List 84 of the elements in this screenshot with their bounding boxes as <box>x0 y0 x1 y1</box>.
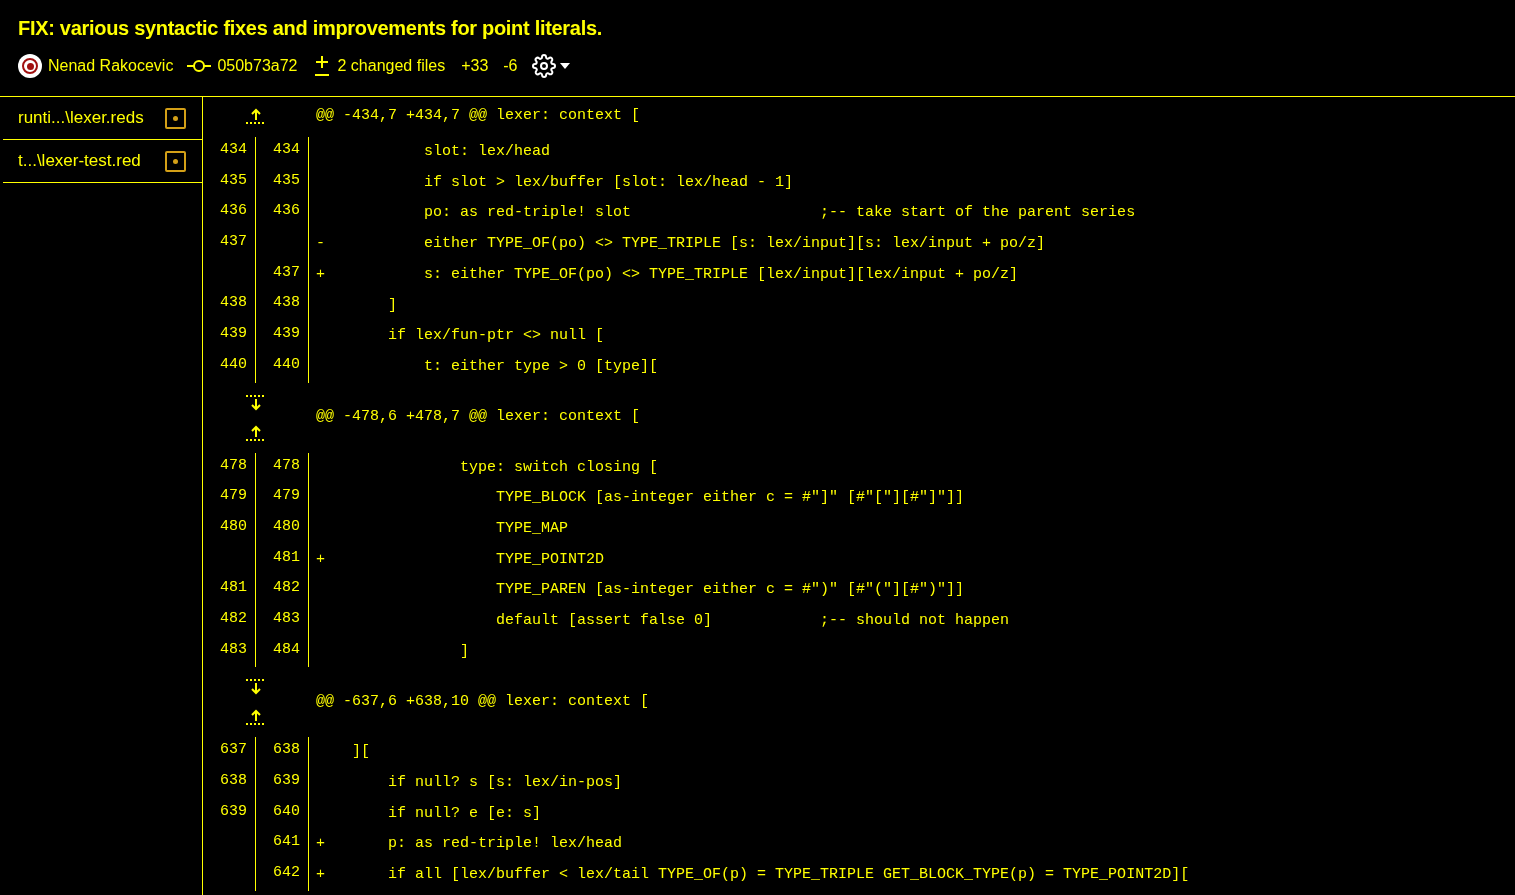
line-number: 438 <box>273 294 300 312</box>
line-number: 439 <box>273 325 300 343</box>
line-number: 434 <box>273 141 300 158</box>
hunk-header: @@ -637,6 +638,10 @@ lexer: context [ <box>315 692 650 713</box>
file-item[interactable]: runti...\lexer.reds <box>3 97 202 140</box>
hunk-header: @@ -434,7 +434,7 @@ lexer: context [ <box>315 105 641 126</box>
code-line: slot: lex/head <box>423 142 551 163</box>
caret-icon <box>559 63 570 69</box>
expand-up-icon[interactable] <box>244 108 267 124</box>
expand-down-icon[interactable] <box>244 679 267 696</box>
expand-down-icon[interactable] <box>244 394 267 411</box>
commit-hash: 050b73a72 <box>217 56 298 76</box>
change-marker: - <box>316 235 325 253</box>
line-number: 638 <box>273 741 300 759</box>
line-number: 642 <box>273 864 300 882</box>
code-line: ][ <box>352 742 370 763</box>
line-number: 641 <box>273 833 300 851</box>
settings-button[interactable] <box>531 54 570 78</box>
line-number: 436 <box>273 202 300 220</box>
line-number: 480 <box>273 517 300 535</box>
settings-icon <box>531 54 556 78</box>
line-number: 637 <box>220 741 247 759</box>
line-number: 434 <box>220 141 247 158</box>
change-marker: + <box>316 265 325 283</box>
code-line: either TYPE_OF(po) <> TYPE_TRIPLE [s: lex/input][s: lex/input + po/z] <box>423 234 1046 255</box>
code-line: TYPE_MAP <box>495 518 569 539</box>
code-line: ] <box>387 295 397 316</box>
code-line: TYPE_PAREN [as-integer either c = #")" [#"("][#")"]] <box>495 580 965 601</box>
line-number: 436 <box>220 202 247 220</box>
changed-files-count: 2 changed files <box>337 56 446 76</box>
expand-up-icon[interactable] <box>244 424 267 441</box>
line-number: 480 <box>220 517 247 535</box>
code-line: po: as red-triple! slot ;-- take start of the parent series <box>423 203 1136 224</box>
file-status-icon <box>165 150 186 172</box>
code-line: if all [lex/buffer < lex/tail TYPE_OF(p) = TYPE_TRIPLE GET_BLOCK_TYPE(p) = TYPE_POINT2D][ <box>387 865 1190 886</box>
code-line: ] <box>459 641 470 662</box>
code-line: if null? e [e: s] <box>387 803 542 824</box>
line-number: 478 <box>273 456 300 474</box>
commit-title: FIX: various syntactic fixes and improvements for point literals. <box>18 16 603 41</box>
change-marker: + <box>316 866 325 884</box>
diff-icon <box>313 55 330 77</box>
line-number: 479 <box>220 487 247 505</box>
code-line: if null? s [s: lex/in-pos] <box>387 773 623 794</box>
code-line: default [assert false 0] ;-- should not happen <box>495 611 1010 632</box>
line-number: 440 <box>273 355 300 373</box>
code-line: p: as red-triple! lex/head <box>387 834 623 855</box>
line-number: 481 <box>273 548 300 566</box>
line-number: 437 <box>220 233 247 251</box>
file-item[interactable]: t...\lexer-test.red <box>3 140 202 183</box>
avatar-icon <box>18 54 42 78</box>
expand-up-icon[interactable] <box>244 709 267 726</box>
line-number: 438 <box>220 294 247 312</box>
change-marker: + <box>316 550 325 568</box>
code-line: if lex/fun-ptr <> null [ <box>387 326 605 347</box>
code-line: TYPE_BLOCK [as-integer either c = #"]" [#"["][#"]"]] <box>495 488 965 509</box>
line-number: 638 <box>220 772 247 789</box>
line-number: 482 <box>220 609 247 627</box>
line-number: 440 <box>220 355 247 373</box>
line-number: 435 <box>273 171 300 189</box>
line-number: 639 <box>273 772 300 789</box>
code-line: s: either TYPE_OF(po) <> TYPE_TRIPLE [lex/input][lex/input + po/z] <box>423 264 1019 285</box>
line-number: 478 <box>220 456 247 474</box>
line-number: 482 <box>273 579 300 597</box>
code-line: TYPE_POINT2D <box>495 549 605 570</box>
line-number: 481 <box>220 579 247 597</box>
line-number: 640 <box>273 802 300 820</box>
code-line: t: either type > 0 [type][ <box>423 356 659 377</box>
deletions-count: -6 <box>503 56 518 76</box>
hunk-header: @@ -478,6 +478,7 @@ lexer: context [ <box>315 407 641 428</box>
line-number: 435 <box>220 171 247 189</box>
line-number: 437 <box>273 263 300 281</box>
line-number: 483 <box>220 640 247 658</box>
change-marker: + <box>316 835 325 853</box>
line-number: 479 <box>273 487 300 505</box>
commit-icon <box>187 59 212 73</box>
line-number: 484 <box>273 640 300 658</box>
line-number: 483 <box>273 609 300 627</box>
line-number: 439 <box>220 325 247 343</box>
code-line: type: switch closing [ <box>459 457 659 478</box>
file-status-icon <box>165 107 186 129</box>
author-name: Nenad Rakocevic <box>48 56 174 76</box>
additions-count: +33 <box>461 56 489 76</box>
line-number: 639 <box>220 802 247 820</box>
code-line: if slot > lex/buffer [slot: lex/head - 1] <box>423 172 794 193</box>
